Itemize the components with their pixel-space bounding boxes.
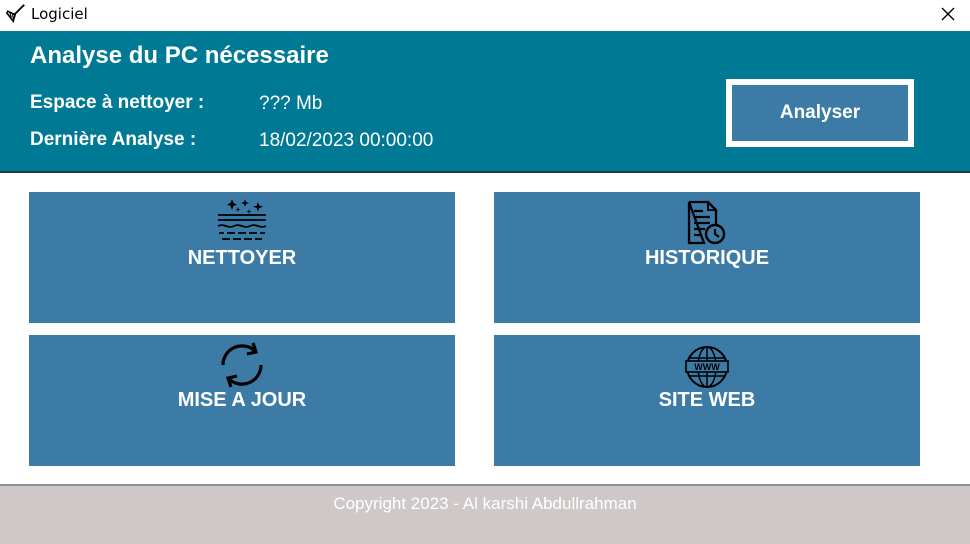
clean-tile[interactable]: NETTOYER xyxy=(29,192,455,323)
analyze-button[interactable]: Analyser xyxy=(726,79,914,147)
last-analysis-label: Dernière Analyse : xyxy=(30,129,197,150)
broom-icon xyxy=(5,4,25,23)
footer: Copyright 2023 - Al karshi Abdullrahman xyxy=(0,484,970,544)
history-tile[interactable]: HISTORIQUE xyxy=(494,192,920,323)
tile-label-clean: NETTOYER xyxy=(187,247,297,269)
tile-label-website: SITE WEB xyxy=(658,389,756,411)
page-title: Analyse du PC nécessaire xyxy=(30,42,329,69)
close-button[interactable] xyxy=(926,0,970,31)
window-title: Logiciel xyxy=(31,5,88,23)
svg-text:WWW: WWW xyxy=(694,362,720,372)
website-tile[interactable]: WWW SITE WEB xyxy=(494,335,920,466)
document-clock-icon xyxy=(687,200,726,245)
last-analysis-value: 18/02/2023 00:00:00 xyxy=(259,130,434,151)
close-icon xyxy=(941,7,955,21)
analysis-header: Analyse du PC nécessaire Espace à nettoy… xyxy=(0,31,970,173)
space-to-clean-value: ??? Mb xyxy=(259,93,323,114)
refresh-icon xyxy=(221,342,263,388)
copyright-text: Copyright 2023 - Al karshi Abdullrahman xyxy=(333,494,637,513)
sparkling-clean-icon xyxy=(217,199,267,240)
space-to-clean-label: Espace à nettoyer : xyxy=(30,92,205,113)
update-tile[interactable]: MISE A JOUR xyxy=(29,335,455,466)
title-bar: Logiciel xyxy=(0,0,970,31)
tile-label-history: HISTORIQUE xyxy=(644,247,770,269)
tile-label-update: MISE A JOUR xyxy=(177,389,307,411)
globe-www-icon: WWW xyxy=(685,346,729,388)
